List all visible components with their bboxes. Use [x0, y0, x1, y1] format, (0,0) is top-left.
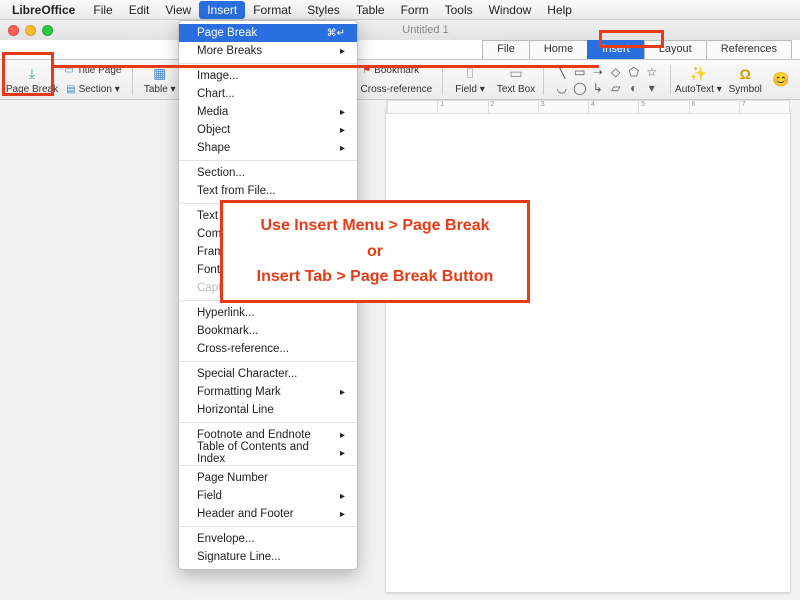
section-button[interactable]: ▤ Section ▾	[58, 80, 128, 98]
menu-item-object[interactable]: Object▸	[179, 121, 357, 139]
menu-item-toc[interactable]: Table of Contents and Index▸	[179, 444, 357, 462]
shape-star-icon[interactable]: ☆	[644, 65, 660, 79]
ribbon-tabs: File Home Insert Layout References	[0, 40, 800, 60]
menu-item-image[interactable]: Image...	[179, 67, 357, 85]
annotation-box-pagebreak-button	[2, 52, 54, 96]
shape-flow-icon[interactable]: ▱	[608, 81, 624, 95]
separator	[442, 65, 443, 95]
menu-view[interactable]: View	[157, 1, 199, 19]
menu-item-header-footer[interactable]: Header and Footer▸	[179, 505, 357, 523]
tab-file[interactable]: File	[482, 40, 530, 59]
annotation-callout: Use Insert Menu > Page Break or Insert T…	[220, 200, 530, 303]
menu-insert[interactable]: Insert	[199, 1, 245, 19]
macos-menubar: LibreOffice File Edit View Insert Format…	[0, 0, 800, 20]
menu-item-signature[interactable]: Signature Line...	[179, 548, 357, 566]
emoji-icon: 😊	[772, 71, 790, 89]
annotation-line2: or	[237, 239, 513, 265]
section-icon: ▤	[66, 84, 75, 95]
symbol-label: Symbol	[729, 84, 762, 95]
menu-item-media[interactable]: Media▸	[179, 103, 357, 121]
menu-tools[interactable]: Tools	[437, 1, 481, 19]
menu-item-formatting-mark[interactable]: Formatting Mark▸	[179, 383, 357, 401]
menu-item-envelope[interactable]: Envelope...	[179, 530, 357, 548]
menu-help[interactable]: Help	[539, 1, 580, 19]
shape-more-icon[interactable]: ▾	[644, 81, 660, 95]
menu-item-chart[interactable]: Chart...	[179, 85, 357, 103]
menu-table[interactable]: Table	[348, 1, 393, 19]
menu-item-page-break[interactable]: Page Break⌘↵	[179, 24, 357, 42]
shape-curve-icon[interactable]: ◡	[554, 81, 570, 95]
annotation-box-insert-tab	[599, 30, 664, 48]
window-close-button[interactable]	[8, 25, 19, 36]
app-name: LibreOffice	[12, 3, 75, 17]
menu-item-cross-reference[interactable]: Cross-reference...	[179, 340, 357, 358]
menu-edit[interactable]: Edit	[121, 1, 158, 19]
annotation-arrow	[54, 65, 599, 68]
menu-styles[interactable]: Styles	[299, 1, 348, 19]
menu-item-horizontal-line[interactable]: Horizontal Line	[179, 401, 357, 419]
symbol-button[interactable]: Ω Symbol	[722, 62, 768, 98]
field-label: Field ▾	[455, 84, 485, 95]
menu-item-field[interactable]: Field▸	[179, 487, 357, 505]
horizontal-ruler[interactable]: 1234567	[386, 100, 790, 114]
table-label: Table ▾	[144, 84, 176, 95]
textbox-label: Text Box	[497, 84, 535, 95]
title-page-button[interactable]: ▭ Title Page	[58, 61, 128, 79]
cross-reference-label: Cross-reference	[361, 84, 433, 95]
emoji-button[interactable]: 😊	[768, 62, 794, 98]
menu-window[interactable]: Window	[481, 1, 540, 19]
section-label: Section ▾	[79, 84, 120, 95]
window-title: Untitled 1	[59, 24, 792, 36]
menu-file[interactable]: File	[85, 1, 120, 19]
menu-item-special-character[interactable]: Special Character...	[179, 365, 357, 383]
symbol-icon: Ω	[736, 65, 754, 83]
autotext-label: AutoText ▾	[675, 84, 722, 95]
menu-item-shape[interactable]: Shape▸	[179, 139, 357, 157]
menu-item-hyperlink[interactable]: Hyperlink...	[179, 304, 357, 322]
shape-diamond-icon[interactable]: ◇	[608, 65, 624, 79]
tab-home[interactable]: Home	[529, 40, 588, 59]
autotext-icon: ✨	[689, 65, 707, 83]
separator	[543, 65, 544, 95]
window-minimize-button[interactable]	[25, 25, 36, 36]
menu-item-more-breaks[interactable]: More Breaks▸	[179, 42, 357, 60]
menu-item-section[interactable]: Section...	[179, 164, 357, 182]
shape-connector-icon[interactable]: ↳	[590, 81, 606, 95]
shape-ellipse-icon[interactable]: ◯	[572, 81, 588, 95]
tab-references[interactable]: References	[706, 40, 792, 59]
separator	[132, 65, 133, 95]
annotation-line3: Insert Tab > Page Break Button	[237, 264, 513, 290]
document-area: 1234567	[0, 100, 800, 600]
window-maximize-button[interactable]	[42, 25, 53, 36]
document-page[interactable]: 1234567	[386, 108, 790, 592]
menu-item-bookmark[interactable]: Bookmark...	[179, 322, 357, 340]
annotation-line1: Use Insert Menu > Page Break	[237, 213, 513, 239]
menu-format[interactable]: Format	[245, 1, 299, 19]
autotext-button[interactable]: ✨ AutoText ▾	[675, 62, 723, 98]
menu-form[interactable]: Form	[393, 1, 437, 19]
menu-item-page-number[interactable]: Page Number	[179, 469, 357, 487]
window-titlebar: Untitled 1	[0, 20, 800, 40]
separator	[670, 65, 671, 95]
shape-bubble-icon[interactable]: ◐	[626, 81, 642, 95]
menu-item-text-from-file[interactable]: Text from File...	[179, 182, 357, 200]
shape-callout-icon[interactable]: ⬠	[626, 65, 642, 79]
